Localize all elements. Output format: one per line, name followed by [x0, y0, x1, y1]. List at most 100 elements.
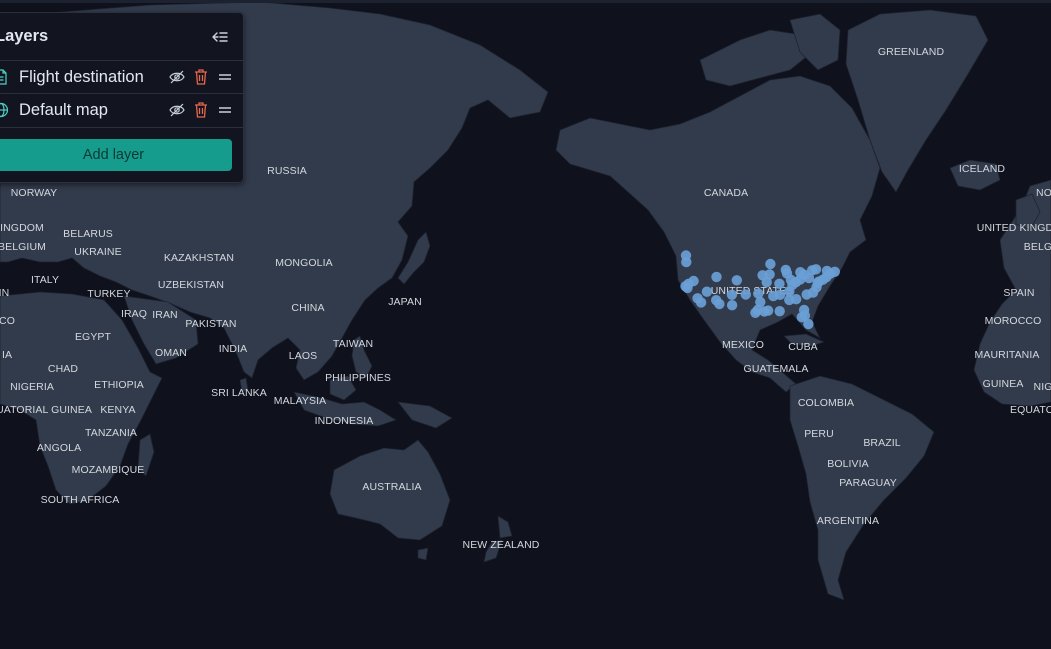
country-label: BOLIVIA: [827, 458, 869, 470]
country-label: CHAD: [48, 363, 78, 375]
flight-destination-point[interactable]: [753, 288, 764, 299]
layer-row-default-map[interactable]: Default map: [0, 93, 243, 126]
country-label: UNITED KINGD: [977, 222, 1051, 234]
flight-destination-point[interactable]: [765, 258, 776, 270]
flight-destination-point[interactable]: [726, 300, 738, 311]
drag-handle-icon[interactable]: [217, 69, 233, 85]
country-label: IRAQ: [121, 308, 147, 320]
country-label: ARGENTINA: [817, 515, 879, 527]
country-label: GUINEA: [983, 378, 1024, 390]
country-label: EQUATO: [1010, 404, 1051, 416]
eye-slash-icon[interactable]: [169, 69, 185, 85]
flight-destination-point[interactable]: [803, 318, 814, 330]
layer-row-actions: [169, 102, 233, 118]
country-label: SPAIN: [1003, 287, 1034, 299]
flight-destination-point[interactable]: [740, 289, 751, 300]
country-label: ITALY: [31, 274, 59, 286]
country-label: UATORIAL GUINEA: [0, 404, 92, 416]
flight-destination-point[interactable]: [768, 290, 779, 302]
country-label: SOUTH AFRICA: [41, 494, 120, 506]
flight-destination-point[interactable]: [695, 297, 707, 308]
country-label: CANADA: [704, 187, 748, 199]
country-label: ICELAND: [959, 163, 1006, 175]
country-label: SRI LANKA: [211, 387, 267, 399]
country-label: TANZANIA: [85, 427, 137, 439]
layers-panel-header: Layers: [0, 13, 243, 60]
flight-destination-point[interactable]: [774, 278, 785, 289]
country-label: MOZAMBIQUE: [72, 464, 145, 476]
flight-destination-point[interactable]: [714, 298, 725, 310]
country-label: MEXICO: [722, 339, 764, 351]
country-label: PERU: [804, 428, 834, 440]
trash-icon[interactable]: [193, 69, 209, 85]
country-label: ETHIOPIA: [94, 379, 144, 391]
country-label: COLOMBIA: [798, 397, 854, 409]
layer-row-actions: [169, 69, 233, 85]
country-label: CO: [0, 315, 15, 327]
country-label: PARAGUAY: [839, 477, 897, 489]
layer-name: Default map: [19, 100, 108, 119]
country-label: TAIWAN: [333, 338, 373, 350]
country-label: JAPAN: [388, 296, 422, 308]
country-label: TURKEY: [87, 288, 130, 300]
country-label: ANGOLA: [37, 442, 81, 454]
country-label: INDONESIA: [315, 415, 374, 427]
flight-destination-point[interactable]: [701, 286, 713, 297]
document-icon: [0, 69, 9, 85]
landmass-tasmania: [417, 547, 429, 561]
country-label: BRAZIL: [863, 437, 900, 449]
country-label: NIGERIA: [10, 381, 54, 393]
flight-destination-point[interactable]: [711, 271, 722, 283]
country-label: IN: [0, 287, 9, 299]
country-label: BELGIUM: [0, 241, 46, 253]
flight-destination-point[interactable]: [825, 268, 836, 279]
flight-destination-point[interactable]: [688, 275, 699, 287]
country-label: IRAN: [152, 309, 178, 321]
layers-panel-title: Layers: [0, 27, 49, 45]
add-layer-button[interactable]: Add layer: [0, 139, 232, 171]
drag-handle-icon[interactable]: [217, 102, 233, 118]
panel-divider: [0, 127, 243, 128]
country-label: LAOS: [289, 350, 317, 362]
trash-icon[interactable]: [193, 102, 209, 118]
country-label: OMAN: [155, 347, 187, 359]
country-label: BELG: [1024, 241, 1051, 253]
country-label: GREENLAND: [878, 46, 945, 58]
country-label: MOROCCO: [985, 315, 1042, 327]
eye-slash-icon[interactable]: [169, 102, 185, 118]
country-label: INGDOM: [0, 222, 44, 234]
flight-destination-point[interactable]: [731, 275, 742, 286]
country-label: EGYPT: [75, 331, 112, 343]
layer-name: Flight destination: [19, 67, 144, 86]
flight-destination-point[interactable]: [681, 256, 692, 268]
country-label: GUATEMALA: [744, 363, 809, 375]
flight-destination-point[interactable]: [810, 264, 822, 275]
collapse-panel-icon[interactable]: [211, 30, 229, 44]
country-label: RUSSIA: [267, 165, 307, 177]
flight-destination-point[interactable]: [750, 307, 761, 318]
flight-destination-point[interactable]: [764, 269, 775, 280]
flight-destination-point[interactable]: [774, 306, 785, 317]
country-label: UZBEKISTAN: [158, 279, 224, 291]
country-label: PAKISTAN: [185, 318, 236, 330]
country-label: NEW ZEALAND: [463, 539, 540, 551]
flight-destination-point[interactable]: [762, 305, 774, 316]
country-label: PHILIPPINES: [325, 372, 391, 384]
country-label: KENYA: [100, 404, 135, 416]
layers-panel: Layers Flight destination Default map Ad…: [0, 12, 244, 183]
globe-icon: [0, 102, 9, 118]
flight-destination-point[interactable]: [726, 289, 738, 300]
country-label: KAZAKHSTAN: [164, 252, 234, 264]
country-label: IA: [2, 349, 12, 361]
layer-row-flight-destination[interactable]: Flight destination: [0, 60, 243, 93]
country-label: CHINA: [291, 302, 324, 314]
country-label: BELARUS: [63, 228, 113, 240]
flight-destination-point[interactable]: [784, 294, 795, 306]
country-label: UKRAINE: [74, 246, 121, 258]
flight-destination-point[interactable]: [780, 264, 791, 276]
country-label: MAURITANIA: [975, 349, 1040, 361]
country-label: AUSTRALIA: [362, 481, 421, 493]
country-label: MONGOLIA: [275, 257, 332, 269]
country-label: NO: [1036, 187, 1051, 199]
flight-destination-point[interactable]: [787, 279, 798, 290]
